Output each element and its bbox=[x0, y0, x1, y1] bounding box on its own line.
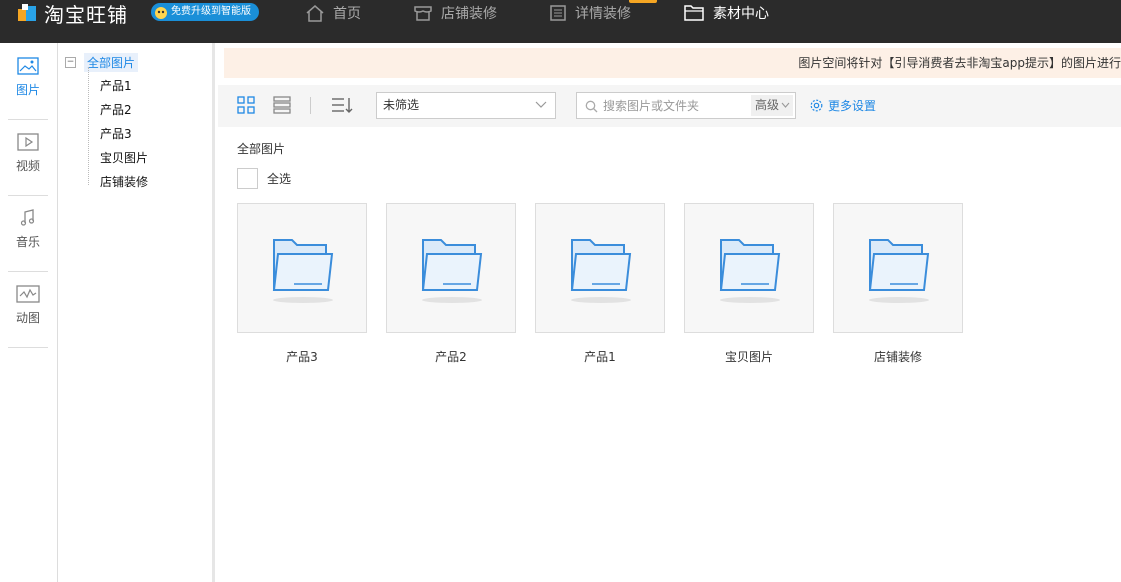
folder-name: 产品1 bbox=[584, 350, 616, 364]
rail-item-images[interactable]: 图片 bbox=[8, 43, 48, 119]
list-view-icon[interactable] bbox=[273, 96, 291, 114]
search-input[interactable] bbox=[603, 96, 743, 115]
rail-label: 图片 bbox=[15, 83, 40, 97]
folder-card[interactable]: 产品3 bbox=[237, 203, 367, 365]
nav-label: 店铺装修 bbox=[441, 6, 497, 22]
filter-value: 未筛选 bbox=[383, 98, 420, 112]
search-box: 高级 bbox=[576, 92, 796, 119]
folder-name: 店铺装修 bbox=[873, 350, 922, 364]
more-settings-button[interactable]: 更多设置 bbox=[810, 97, 876, 114]
nav-label: 首页 bbox=[333, 6, 361, 22]
home-icon bbox=[306, 5, 324, 22]
shop-logo-icon bbox=[18, 4, 36, 21]
toolbar: 未筛选 高级 更多设置 bbox=[218, 85, 1121, 127]
nav-label: 素材中心 bbox=[713, 6, 769, 22]
tree-item[interactable]: 产品2 bbox=[100, 101, 132, 118]
folder-name: 产品2 bbox=[435, 350, 467, 364]
tree-item[interactable]: 宝贝图片 bbox=[100, 149, 148, 166]
folder-icon bbox=[684, 5, 704, 21]
section-title: 全部图片 bbox=[237, 142, 286, 156]
select-all[interactable]: 全选 bbox=[237, 168, 291, 189]
tree-item[interactable]: 产品3 bbox=[100, 125, 132, 142]
logo-text: 淘宝旺铺 bbox=[44, 2, 128, 27]
folder-tree: − 全部图片 产品1 产品2 产品3 宝贝图片 店铺装修 bbox=[59, 43, 215, 582]
folder-icon bbox=[570, 239, 632, 303]
rail-label: 动图 bbox=[15, 311, 40, 325]
nav-home[interactable]: 首页 bbox=[305, 0, 361, 26]
tree-root-item[interactable]: − 全部图片 bbox=[65, 53, 139, 72]
rail-item-gifs[interactable]: 动图 bbox=[8, 271, 48, 347]
search-icon bbox=[585, 100, 598, 113]
filter-select[interactable]: 未筛选 bbox=[376, 92, 556, 119]
more-settings-label: 更多设置 bbox=[828, 99, 877, 113]
chevron-down-icon bbox=[781, 102, 790, 108]
tree-item[interactable]: 店铺装修 bbox=[100, 173, 148, 190]
chevron-down-icon bbox=[535, 101, 547, 108]
mascot-icon bbox=[155, 7, 167, 19]
sort-icon[interactable] bbox=[331, 96, 353, 114]
nav-detail-decoration[interactable]: 详情装修 bbox=[549, 0, 657, 26]
folder-thumbnail[interactable] bbox=[833, 203, 963, 333]
select-all-checkbox[interactable] bbox=[237, 168, 258, 189]
tree-root-label: 全部图片 bbox=[84, 53, 139, 72]
toolbar-divider bbox=[310, 97, 311, 114]
tree-item[interactable]: 产品1 bbox=[100, 77, 132, 94]
new-tag bbox=[629, 0, 657, 3]
folder-card[interactable]: 产品2 bbox=[386, 203, 516, 365]
folder-icon bbox=[272, 239, 334, 303]
gear-icon bbox=[810, 99, 823, 112]
nav-material-center[interactable]: 素材中心 bbox=[683, 0, 769, 26]
rail-item-videos[interactable]: 视频 bbox=[8, 119, 48, 195]
folder-icon bbox=[719, 239, 781, 303]
notice-banner: 图片空间将针对【引导消费者去非淘宝app提示】的图片进行 bbox=[224, 48, 1121, 78]
folder-card[interactable]: 宝贝图片 bbox=[684, 203, 814, 365]
folder-thumbnail[interactable] bbox=[684, 203, 814, 333]
select-all-label: 全选 bbox=[267, 172, 292, 186]
rail-item-music[interactable]: 音乐 bbox=[8, 195, 48, 271]
folder-name: 产品3 bbox=[286, 350, 318, 364]
folder-thumbnail[interactable] bbox=[386, 203, 516, 333]
grid-view-icon[interactable] bbox=[237, 96, 255, 114]
rail-label: 音乐 bbox=[15, 235, 40, 249]
video-icon bbox=[17, 133, 39, 151]
upgrade-button[interactable]: 免费升级到智能版 bbox=[151, 3, 259, 21]
tree-connector bbox=[88, 67, 89, 185]
media-type-rail: 图片 视频 音乐 动图 bbox=[0, 43, 58, 582]
logo[interactable]: 淘宝旺铺 bbox=[16, 0, 128, 27]
collapse-toggle-icon[interactable]: − bbox=[65, 57, 76, 68]
folder-name: 宝贝图片 bbox=[724, 350, 773, 364]
rail-divider bbox=[8, 347, 48, 348]
folder-card[interactable]: 店铺装修 bbox=[833, 203, 963, 365]
folder-thumbnail[interactable] bbox=[535, 203, 665, 333]
gif-icon bbox=[16, 285, 40, 303]
nav-label: 详情装修 bbox=[575, 6, 631, 22]
folder-card[interactable]: 产品1 bbox=[535, 203, 665, 365]
detail-list-icon bbox=[550, 5, 566, 21]
advanced-search-button[interactable]: 高级 bbox=[750, 95, 793, 116]
shop-icon bbox=[414, 6, 432, 21]
upgrade-label: 免费升级到智能版 bbox=[171, 6, 251, 17]
folder-thumbnail[interactable] bbox=[237, 203, 367, 333]
folder-icon bbox=[421, 239, 483, 303]
folder-icon bbox=[868, 239, 930, 303]
advanced-label: 高级 bbox=[754, 98, 779, 112]
music-icon bbox=[20, 209, 35, 226]
top-header: 淘宝旺铺 免费升级到智能版 首页 店铺装修 详情装修 素材中心 bbox=[0, 0, 1121, 43]
image-icon bbox=[17, 57, 39, 75]
rail-label: 视频 bbox=[15, 159, 40, 173]
nav-shop-decoration[interactable]: 店铺装修 bbox=[413, 0, 497, 26]
